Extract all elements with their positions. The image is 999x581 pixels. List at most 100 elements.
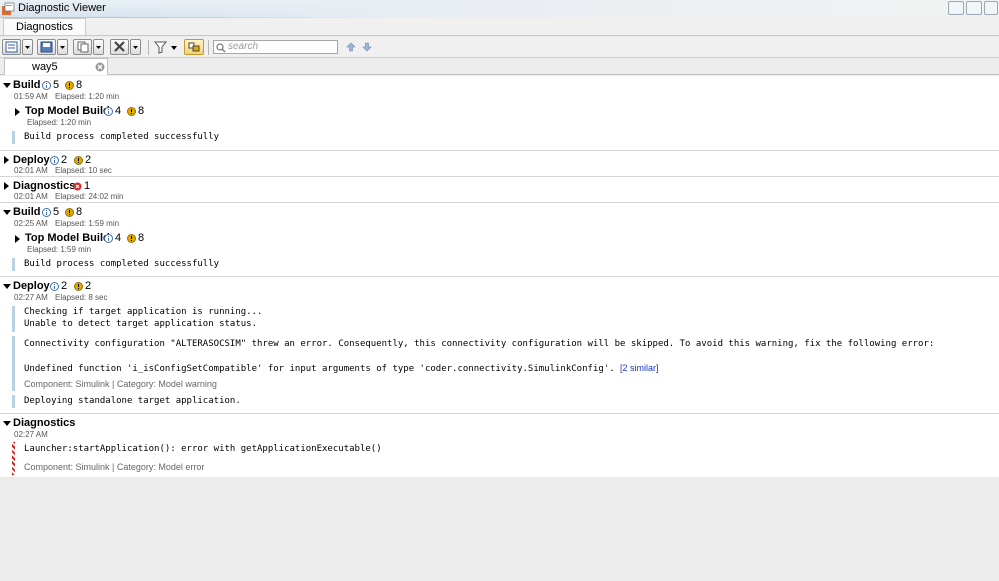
chevron-down-icon[interactable] [170, 41, 179, 54]
info-count: 2 [61, 154, 68, 166]
section-time: 02:27 AM [14, 430, 48, 439]
expand-toggle-icon[interactable] [3, 83, 11, 88]
expand-toggle-icon[interactable] [3, 210, 11, 215]
app-icon [2, 2, 15, 15]
clear-dropdown[interactable] [130, 39, 141, 55]
view-layout-button[interactable] [2, 39, 21, 55]
info-icon [42, 208, 51, 217]
close-window-button[interactable] [984, 1, 998, 15]
next-match-arrow-icon[interactable] [361, 41, 373, 53]
info-count: 5 [53, 79, 60, 91]
list-view-icon [5, 41, 18, 53]
chevron-down-icon [25, 46, 30, 49]
build-section: Build 5 8 01:59 AM Elapsed: 1:20 min Top… [0, 76, 999, 151]
window-title: Diagnostic Viewer [18, 2, 106, 14]
section-title[interactable]: Build [13, 79, 41, 91]
similar-messages-link[interactable]: [2 similar] [620, 363, 659, 373]
tab-way5[interactable]: way5 [4, 58, 108, 75]
warning-count: 8 [138, 105, 145, 117]
section-elapsed: Elapsed: 24:02 min [55, 192, 124, 201]
info-count: 4 [115, 232, 122, 244]
error-icon [73, 182, 82, 191]
diagnostics-section: Diagnostics 1 02:01 AM Elapsed: 24:02 mi… [0, 177, 999, 203]
expand-toggle-icon[interactable] [15, 235, 20, 243]
section-elapsed: Elapsed: 10 sec [55, 166, 112, 175]
section-title[interactable]: Build [13, 206, 41, 218]
info-icon [50, 282, 59, 291]
tab-diagnostics[interactable]: Diagnostics [3, 18, 86, 35]
copy-button[interactable] [73, 39, 92, 55]
group-messages-toggle[interactable] [184, 39, 204, 55]
subsection-title[interactable]: Top Model Build [25, 232, 110, 244]
warning-icon [65, 208, 74, 217]
subsection-title[interactable]: Top Model Build [25, 105, 110, 117]
deploy-section: Deploy 2 2 02:01 AM Elapsed: 10 sec [0, 151, 999, 177]
info-count: 2 [61, 280, 68, 292]
filter-icon[interactable] [154, 41, 168, 54]
toolbar-separator [208, 40, 209, 55]
message-text: Deploying standalone target application. [24, 396, 241, 406]
info-icon [104, 107, 113, 116]
subsection-elapsed: Elapsed: 1:59 min [27, 245, 92, 254]
expand-toggle-icon[interactable] [3, 284, 11, 289]
section-title[interactable]: Diagnostics [13, 417, 75, 429]
message-bar [12, 395, 15, 408]
view-layout-dropdown[interactable] [22, 39, 33, 55]
component-category: Component: Simulink | Category: Model wa… [24, 379, 217, 389]
chevron-down-icon [60, 46, 65, 49]
window-titlebar: Diagnostic Viewer [0, 0, 999, 18]
component-category: Component: Simulink | Category: Model er… [24, 462, 205, 472]
chevron-down-icon [96, 46, 101, 49]
expand-toggle-icon[interactable] [4, 182, 9, 190]
info-count: 5 [53, 206, 60, 218]
copy-dropdown[interactable] [93, 39, 104, 55]
warning-icon [65, 81, 74, 90]
warning-message-text: Connectivity configuration "ALTERASOCSIM… [24, 339, 935, 349]
section-title[interactable]: Deploy [13, 280, 50, 292]
message-bar [12, 131, 15, 144]
build-section: Build 5 8 02:25 AM Elapsed: 1:59 min Top… [0, 203, 999, 277]
message-text: Build process completed successfully [24, 259, 220, 269]
error-count: 1 [84, 180, 91, 192]
section-title[interactable]: Diagnostics [13, 180, 75, 192]
warning-count: 8 [138, 232, 145, 244]
menubar: Diagnostics [0, 18, 999, 36]
expand-toggle-icon[interactable] [15, 108, 20, 116]
info-icon [42, 81, 51, 90]
close-tab-icon[interactable] [95, 62, 105, 72]
copy-icon [77, 41, 89, 53]
section-time: 02:01 AM [14, 166, 48, 175]
toolbar-separator [148, 40, 149, 55]
message-bar [12, 258, 15, 271]
expand-toggle-icon[interactable] [3, 421, 11, 426]
warning-detail-message: Undefined function 'i_isConfigSetCompati… [24, 364, 615, 374]
section-time: 02:01 AM [14, 192, 48, 201]
diagnostics-section-expanded: Diagnostics 02:27 AM Launcher:startAppli… [0, 414, 999, 477]
clear-icon [114, 41, 125, 52]
section-title[interactable]: Deploy [13, 154, 50, 166]
save-button[interactable] [37, 39, 56, 55]
expand-toggle-icon[interactable] [4, 156, 9, 164]
warning-count: 2 [85, 154, 92, 166]
warning-count: 2 [85, 280, 92, 292]
info-count: 4 [115, 105, 122, 117]
info-icon [104, 234, 113, 243]
previous-match-arrow-icon[interactable] [345, 41, 357, 53]
maximize-button[interactable] [966, 1, 982, 15]
warning-count: 8 [76, 79, 83, 91]
clear-button[interactable] [110, 39, 129, 55]
save-dropdown[interactable] [57, 39, 68, 55]
warning-detail-text: Undefined function 'i_isConfigSetCompati… [24, 363, 659, 374]
message-text: Build process completed successfully [24, 132, 220, 142]
search-input[interactable]: search [213, 40, 338, 54]
section-elapsed: Elapsed: 8 sec [55, 293, 108, 302]
subsection-elapsed: Elapsed: 1:20 min [27, 118, 92, 127]
error-message-text: Launcher:startApplication(): error with … [24, 444, 382, 454]
document-tabbar: way5 [0, 58, 999, 75]
section-time: 02:27 AM [14, 293, 48, 302]
error-message-bar [12, 442, 15, 475]
info-icon [50, 156, 59, 165]
chevron-down-icon [133, 46, 138, 49]
deploy-section-expanded: Deploy 2 2 02:27 AM Elapsed: 8 sec Check… [0, 277, 999, 414]
minimize-button[interactable] [948, 1, 964, 15]
